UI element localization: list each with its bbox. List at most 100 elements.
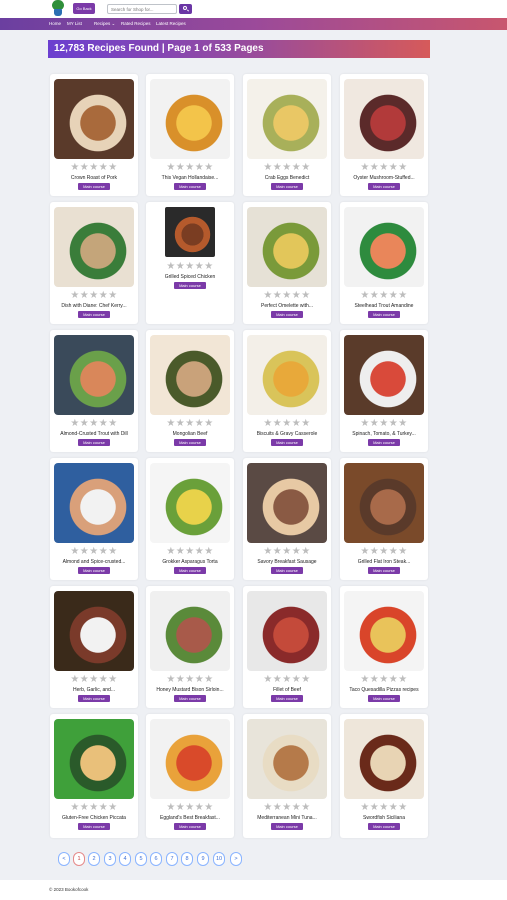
search-button[interactable]: [179, 4, 192, 14]
rating-stars[interactable]: ★★★★★: [340, 675, 428, 685]
nav-latest-recipes[interactable]: Latest Recipes: [156, 18, 186, 30]
recipe-title[interactable]: Crab Eggs Benedict: [245, 175, 329, 181]
category-badge[interactable]: Main course: [174, 823, 206, 830]
recipe-card[interactable]: ★★★★★ Herb, Garlic, and... Main course: [50, 586, 138, 708]
recipe-image[interactable]: [150, 79, 230, 159]
page-button-5[interactable]: 5: [135, 852, 147, 866]
recipe-title[interactable]: Almond and Spice-crusted...: [52, 559, 136, 565]
recipe-card[interactable]: ★★★★★ Almond and Spice-crusted... Main cou…: [50, 458, 138, 580]
recipe-title[interactable]: Crown Roast of Pork: [52, 175, 136, 181]
category-badge[interactable]: Main course: [174, 439, 206, 446]
rating-stars[interactable]: ★★★★★: [243, 163, 331, 173]
logo-icon[interactable]: [50, 0, 66, 17]
rating-stars[interactable]: ★★★★★: [146, 163, 234, 173]
recipe-card[interactable]: ★★★★★ Crab Eggs Benedict Main course: [243, 74, 331, 196]
recipe-image[interactable]: [247, 463, 327, 543]
recipe-title[interactable]: Fillet of Beef: [245, 687, 329, 693]
recipe-image[interactable]: [150, 719, 230, 799]
recipe-card[interactable]: ★★★★★ Fillet of Beef Main course: [243, 586, 331, 708]
rating-stars[interactable]: ★★★★★: [50, 163, 138, 173]
recipe-image[interactable]: [165, 207, 215, 257]
recipe-title[interactable]: Taco Quesadilla Pizzas recipes: [342, 687, 426, 693]
recipe-image[interactable]: [344, 207, 424, 287]
category-badge[interactable]: Main course: [368, 823, 400, 830]
recipe-image[interactable]: [150, 463, 230, 543]
recipe-title[interactable]: Mongolian Beef: [148, 431, 232, 437]
nav-recipes[interactable]: Recipes ⌄: [94, 18, 115, 30]
recipe-card[interactable]: ★★★★★ Grilled Flat Iron Steak... Main cour…: [340, 458, 428, 580]
page-button-10[interactable]: 10: [213, 852, 225, 866]
page-button-4[interactable]: 4: [119, 852, 131, 866]
nav-home[interactable]: Home: [49, 18, 61, 30]
rating-stars[interactable]: ★★★★★: [340, 419, 428, 429]
rating-stars[interactable]: ★★★★★: [146, 803, 234, 813]
recipe-card[interactable]: ★★★★★ Taco Quesadilla Pizzas recipes Main …: [340, 586, 428, 708]
nav-rated-recipes[interactable]: Rated Recipes: [121, 18, 151, 30]
recipe-image[interactable]: [344, 591, 424, 671]
recipe-title[interactable]: Gluten-Free Chicken Piccata: [52, 815, 136, 821]
recipe-image[interactable]: [247, 591, 327, 671]
recipe-image[interactable]: [150, 335, 230, 415]
rating-stars[interactable]: ★★★★★: [146, 419, 234, 429]
page-button-1[interactable]: 1: [73, 852, 85, 866]
next-page-button[interactable]: >: [230, 852, 242, 866]
recipe-title[interactable]: Swordfish Siciliana: [342, 815, 426, 821]
rating-stars[interactable]: ★★★★★: [243, 803, 331, 813]
category-badge[interactable]: Main course: [368, 567, 400, 574]
category-badge[interactable]: Main course: [271, 695, 303, 702]
category-badge[interactable]: Main course: [78, 823, 110, 830]
recipe-image[interactable]: [344, 719, 424, 799]
recipe-title[interactable]: Oyster Mushroom-Stuffed...: [342, 175, 426, 181]
recipe-card[interactable]: ★★★★★ Eggland's Best Breakfast... Main cou…: [146, 714, 234, 838]
category-badge[interactable]: Main course: [174, 695, 206, 702]
category-badge[interactable]: Main course: [78, 695, 110, 702]
rating-stars[interactable]: ★★★★★: [146, 675, 234, 685]
category-badge[interactable]: Main course: [368, 695, 400, 702]
recipe-image[interactable]: [54, 463, 134, 543]
category-badge[interactable]: Main course: [271, 823, 303, 830]
rating-stars[interactable]: ★★★★★: [340, 547, 428, 557]
page-button-6[interactable]: 6: [150, 852, 162, 866]
recipe-card[interactable]: ★★★★★ Crown Roast of Pork Main course: [50, 74, 138, 196]
recipe-title[interactable]: Perfect Omelette with...: [245, 303, 329, 309]
back-button[interactable]: Go Back: [73, 3, 95, 14]
rating-stars[interactable]: ★★★★★: [243, 419, 331, 429]
recipe-image[interactable]: [247, 335, 327, 415]
category-badge[interactable]: Main course: [174, 567, 206, 574]
rating-stars[interactable]: ★★★★★: [50, 291, 138, 301]
rating-stars[interactable]: ★★★★★: [340, 163, 428, 173]
recipe-image[interactable]: [54, 207, 134, 287]
category-badge[interactable]: Main course: [78, 439, 110, 446]
recipe-title[interactable]: This Vegan Hollandaise...: [148, 175, 232, 181]
recipe-card[interactable]: ★★★★★ Swordfish Siciliana Main course: [340, 714, 428, 838]
prev-page-button[interactable]: <: [58, 852, 70, 866]
recipe-card[interactable]: ★★★★★ Grilled Spiced Chicken Main course: [146, 202, 234, 324]
recipe-title[interactable]: Savory Breakfast Sausage: [245, 559, 329, 565]
category-badge[interactable]: Main course: [271, 439, 303, 446]
recipe-card[interactable]: ★★★★★ Honey Mustard Bison Sirloin... Main …: [146, 586, 234, 708]
recipe-card[interactable]: ★★★★★ This Vegan Hollandaise... Main cours…: [146, 74, 234, 196]
recipe-card[interactable]: ★★★★★ Almond-Crusted Trout with Dill Main …: [50, 330, 138, 452]
rating-stars[interactable]: ★★★★★: [340, 803, 428, 813]
page-button-7[interactable]: 7: [166, 852, 178, 866]
recipe-image[interactable]: [344, 463, 424, 543]
recipe-title[interactable]: Almond-Crusted Trout with Dill: [52, 431, 136, 437]
recipe-card[interactable]: ★★★★★ Oyster Mushroom-Stuffed... Main cour…: [340, 74, 428, 196]
page-button-8[interactable]: 8: [181, 852, 193, 866]
recipe-card[interactable]: ★★★★★ Mongolian Beef Main course: [146, 330, 234, 452]
recipe-image[interactable]: [344, 335, 424, 415]
recipe-title[interactable]: Herb, Garlic, and...: [52, 687, 136, 693]
rating-stars[interactable]: ★★★★★: [50, 675, 138, 685]
page-button-9[interactable]: 9: [197, 852, 209, 866]
recipe-image[interactable]: [54, 591, 134, 671]
page-button-2[interactable]: 2: [88, 852, 100, 866]
category-badge[interactable]: Main course: [271, 311, 303, 318]
recipe-title[interactable]: Biscuits & Gravy Casserole: [245, 431, 329, 437]
recipe-image[interactable]: [344, 79, 424, 159]
page-button-3[interactable]: 3: [104, 852, 116, 866]
recipe-title[interactable]: Dish with Diane: Chef Kerry...: [52, 303, 136, 309]
category-badge[interactable]: Main course: [174, 282, 206, 289]
category-badge[interactable]: Main course: [368, 311, 400, 318]
rating-stars[interactable]: ★★★★★: [146, 262, 234, 272]
recipe-card[interactable]: ★★★★★ Gluten-Free Chicken Piccata Main cou…: [50, 714, 138, 838]
